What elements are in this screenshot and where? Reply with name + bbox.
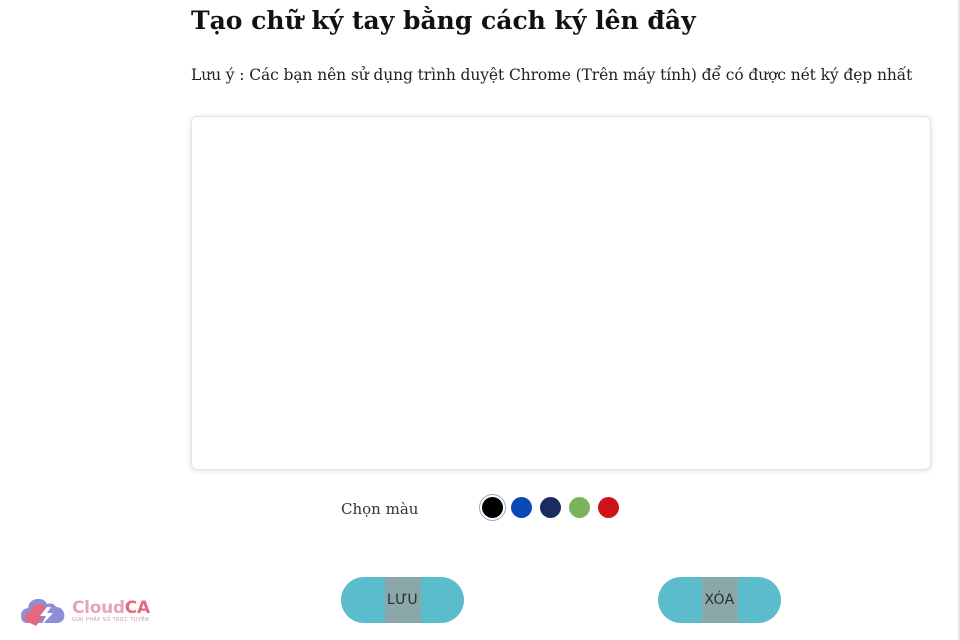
color-label: Chọn màu: [341, 500, 419, 518]
logo-text: CloudCA GIẢI PHÁP SỐ TRỰC TUYẾN: [72, 599, 150, 624]
swatch-red[interactable]: [598, 497, 619, 518]
browser-note: Lưu ý : Các bạn nên sử dụng trình duyệt …: [191, 66, 913, 84]
logo-tagline: GIẢI PHÁP SỐ TRỰC TUYẾN: [72, 616, 150, 623]
color-swatches: [482, 497, 619, 518]
logo-name-cloud: Cloud: [72, 597, 125, 618]
cloudca-logo: CloudCA GIẢI PHÁP SỐ TRỰC TUYẾN: [20, 595, 150, 627]
swatch-navy[interactable]: [540, 497, 561, 518]
save-button[interactable]: LƯU: [341, 577, 464, 623]
clear-button[interactable]: XÓA: [658, 577, 781, 623]
clear-button-label: XÓA: [704, 592, 735, 608]
swatch-green[interactable]: [569, 497, 590, 518]
cloud-lightning-icon: [20, 595, 68, 627]
logo-name-ca: CA: [124, 597, 150, 618]
swatch-black[interactable]: [482, 497, 503, 518]
swatch-blue[interactable]: [511, 497, 532, 518]
page-title: Tạo chữ ký tay bằng cách ký lên đây: [191, 6, 696, 35]
signature-pad[interactable]: [191, 116, 931, 470]
save-button-label: LƯU: [387, 592, 418, 608]
logo-name: CloudCA: [72, 599, 150, 617]
